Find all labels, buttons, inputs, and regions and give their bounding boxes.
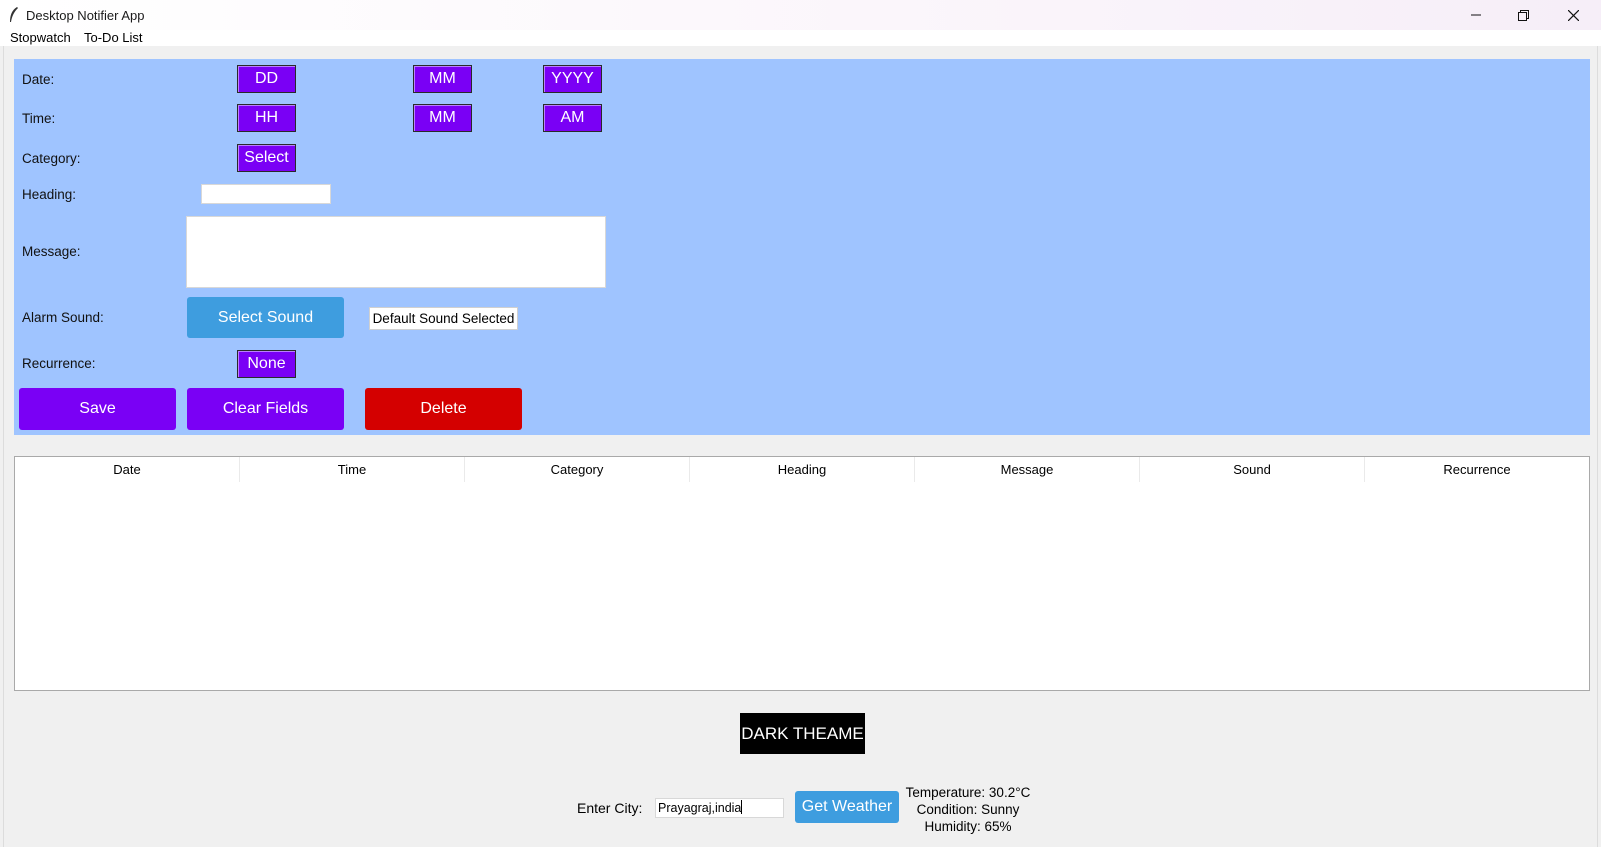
- sound-status-label: Default Sound Selected: [369, 307, 518, 330]
- message-label: Message:: [22, 244, 81, 259]
- minute-dropdown[interactable]: MM: [413, 104, 472, 132]
- heading-label: Heading:: [22, 187, 77, 202]
- message-textarea[interactable]: [186, 216, 606, 288]
- column-header-date[interactable]: Date: [15, 457, 240, 482]
- year-dropdown[interactable]: YYYY: [543, 65, 602, 93]
- temperature-text: Temperature: 30.2°C: [905, 785, 1031, 800]
- city-input[interactable]: Prayagraj,india: [655, 798, 784, 818]
- close-button[interactable]: [1550, 0, 1596, 30]
- minimize-icon: [1471, 14, 1481, 16]
- get-weather-button[interactable]: Get Weather: [795, 791, 899, 823]
- alarm-sound-label: Alarm Sound:: [22, 310, 104, 325]
- menu-bar: Stopwatch To-Do List: [0, 30, 1601, 46]
- close-icon: [1567, 9, 1579, 21]
- clear-fields-button[interactable]: Clear Fields: [187, 388, 344, 430]
- select-sound-button[interactable]: Select Sound: [187, 297, 344, 338]
- category-dropdown[interactable]: Select: [237, 144, 296, 172]
- date-label: Date:: [22, 72, 55, 87]
- day-dropdown[interactable]: DD: [237, 65, 296, 93]
- column-header-sound[interactable]: Sound: [1140, 457, 1365, 482]
- minimize-button[interactable]: [1453, 0, 1499, 30]
- column-header-recurrence[interactable]: Recurrence: [1365, 457, 1589, 482]
- menu-todo-list[interactable]: To-Do List: [84, 30, 143, 46]
- restore-icon: [1517, 9, 1529, 21]
- condition-text: Condition: Sunny: [916, 802, 1020, 817]
- column-header-message[interactable]: Message: [915, 457, 1140, 482]
- city-input-value: Prayagraj,india: [658, 801, 742, 815]
- notifications-table[interactable]: Date Time Category Heading Message Sound…: [14, 456, 1590, 691]
- table-header: Date Time Category Heading Message Sound…: [15, 457, 1589, 482]
- category-label: Category:: [22, 151, 81, 166]
- window-title: Desktop Notifier App: [26, 8, 145, 23]
- delete-button[interactable]: Delete: [365, 388, 522, 430]
- column-header-category[interactable]: Category: [465, 457, 690, 482]
- text-caret: [741, 800, 743, 814]
- humidity-text: Humidity: 65%: [924, 819, 1012, 834]
- save-button[interactable]: Save: [19, 388, 176, 430]
- restore-button[interactable]: [1500, 0, 1546, 30]
- weather-info: Temperature: 30.2°C Condition: Sunny Hum…: [903, 784, 1033, 835]
- column-header-time[interactable]: Time: [240, 457, 465, 482]
- heading-input[interactable]: [201, 184, 331, 204]
- dark-theme-button[interactable]: DARK THEAME: [740, 713, 865, 754]
- feather-icon: [10, 7, 18, 22]
- recurrence-dropdown[interactable]: None: [237, 350, 296, 378]
- month-dropdown[interactable]: MM: [413, 65, 472, 93]
- time-label: Time:: [22, 111, 56, 126]
- recurrence-label: Recurrence:: [22, 356, 96, 371]
- column-header-heading[interactable]: Heading: [690, 457, 915, 482]
- city-label: Enter City:: [577, 800, 643, 816]
- ampm-dropdown[interactable]: AM: [543, 104, 602, 132]
- menu-stopwatch[interactable]: Stopwatch: [10, 30, 71, 46]
- hour-dropdown[interactable]: HH: [237, 104, 296, 132]
- title-bar: Desktop Notifier App: [0, 0, 1601, 30]
